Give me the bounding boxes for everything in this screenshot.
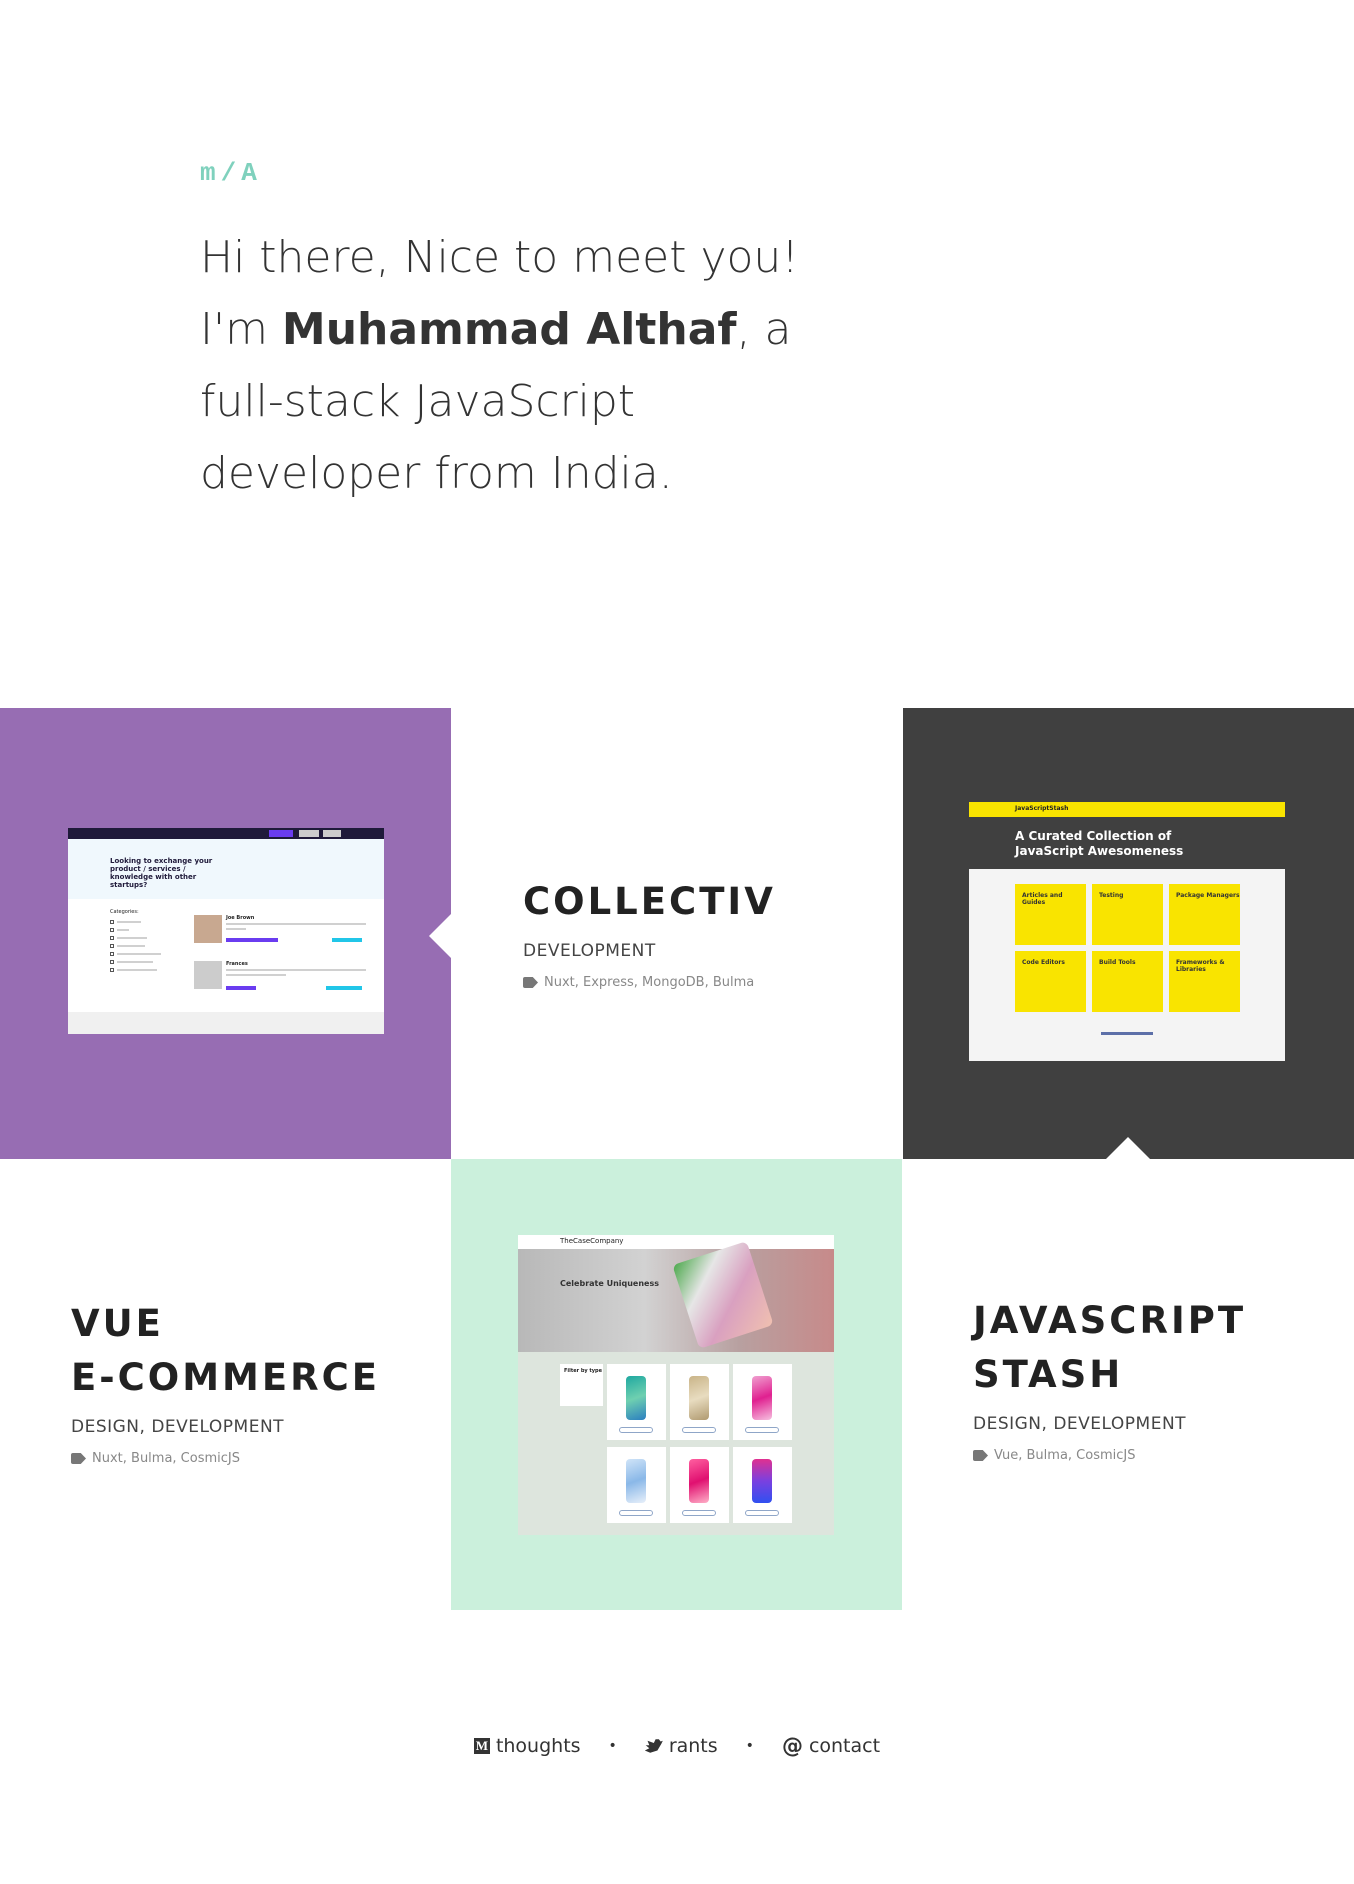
vue-ecommerce-info: VUE E-COMMERCE DESIGN, DEVELOPMENT Nuxt,… <box>71 1297 380 1466</box>
footer-link-label: thoughts <box>495 1735 581 1757</box>
vue-ecommerce-screenshot: TheCaseCompany Celebrate Uniqueness Filt… <box>518 1235 834 1535</box>
collectiv-title[interactable]: COLLECTIV <box>523 875 776 929</box>
product-card <box>670 1364 729 1440</box>
jsstash-card: Testing <box>1092 884 1163 945</box>
product-card <box>733 1364 792 1440</box>
intro-suffix: , a <box>736 304 792 355</box>
vue-ecommerce-pointer <box>451 1366 473 1410</box>
javascript-stash-tags: Vue, Bulma, CosmicJS <box>973 1448 1246 1463</box>
javascript-stash-tags-text: Vue, Bulma, CosmicJS <box>994 1448 1136 1463</box>
jsstash-card: Articles and Guides <box>1015 884 1086 945</box>
collectiv-screenshot: Looking to exchange your product / servi… <box>68 828 384 1034</box>
product-card <box>607 1364 666 1440</box>
jsstash-hero: A Curated Collection of JavaScript Aweso… <box>969 817 1285 869</box>
collectiv-tile[interactable]: Looking to exchange your product / servi… <box>0 708 451 1159</box>
intro-prefix: I'm <box>200 304 282 355</box>
footer-separator: • <box>745 1738 754 1754</box>
javascript-stash-title-line-2: STASH <box>973 1353 1124 1396</box>
collectiv-body: Categories: Joe Brown Frances <box>68 899 384 1012</box>
javascript-stash-title[interactable]: JAVASCRIPT STASH <box>973 1294 1246 1402</box>
tags-icon <box>973 1450 988 1461</box>
collectiv-roles: DEVELOPMENT <box>523 941 656 961</box>
vue-brand: TheCaseCompany <box>518 1235 834 1249</box>
medium-icon: M <box>473 1738 490 1754</box>
intro-line-3: full-stack JavaScript <box>200 376 636 427</box>
site-logo[interactable]: m/A <box>200 158 262 188</box>
vue-ecommerce-tags: Nuxt, Bulma, CosmicJS <box>71 1451 380 1466</box>
footer-link-contact[interactable]: @ contact <box>782 1735 880 1757</box>
twitter-icon <box>644 1739 663 1753</box>
intro-line-2: I'm Muhammad Althaf, a <box>200 294 840 366</box>
collectiv-pointer <box>429 914 451 958</box>
intro-text: Hi there, Nice to meet you! I'm Muhammad… <box>200 222 840 510</box>
footer-separator: • <box>608 1738 617 1754</box>
collectiv-person-1: Joe Brown <box>226 915 255 921</box>
collectiv-tags-text: Nuxt, Express, MongoDB, Bulma <box>544 975 755 990</box>
javascript-stash-pointer <box>1106 1137 1150 1159</box>
collectiv-footer <box>68 1012 384 1034</box>
jsstash-card: Frameworks & Libraries <box>1169 951 1240 1012</box>
tags-icon <box>523 977 538 988</box>
jsstash-card: Package Managers <box>1169 884 1240 945</box>
footer-link-label: contact <box>808 1735 881 1757</box>
collectiv-info: COLLECTIV DEVELOPMENT Nuxt, Express, Mon… <box>523 875 776 990</box>
vue-ecommerce-title-line-2: E-COMMERCE <box>71 1356 381 1399</box>
vue-ecommerce-title-line-1: VUE <box>71 1302 164 1345</box>
vue-hero-text: Celebrate Uniqueness <box>560 1279 659 1288</box>
vue-ecommerce-tags-text: Nuxt, Bulma, CosmicJS <box>92 1451 240 1466</box>
vue-hero: Celebrate Uniqueness <box>518 1241 834 1352</box>
tags-icon <box>71 1453 86 1464</box>
javascript-stash-title-line-1: JAVASCRIPT <box>973 1299 1247 1342</box>
product-card <box>733 1447 792 1523</box>
phone-case-image <box>672 1241 774 1349</box>
intro-name: Muhammad Althaf <box>281 304 737 355</box>
javascript-stash-screenshot: JavaScriptStash A Curated Collection of … <box>969 802 1285 1061</box>
product-card <box>607 1447 666 1523</box>
collectiv-hero-text: Looking to exchange your product / servi… <box>110 857 213 889</box>
vue-filter-label: Filter by type <box>564 1368 603 1374</box>
jsstash-card: Build Tools <box>1092 951 1163 1012</box>
jsstash-brand: JavaScriptStash <box>969 802 1285 817</box>
javascript-stash-info: JAVASCRIPT STASH DESIGN, DEVELOPMENT Vue… <box>973 1294 1246 1463</box>
vue-filter-panel: Filter by type <box>560 1364 603 1406</box>
footer-links: M thoughts • rants • @ contact <box>0 1735 1354 1757</box>
collectiv-tags: Nuxt, Express, MongoDB, Bulma <box>523 975 776 990</box>
jsstash-card: Code Editors <box>1015 951 1086 1012</box>
at-icon: @ <box>781 1733 803 1758</box>
intro-line-1: Hi there, Nice to meet you! <box>200 232 799 283</box>
javascript-stash-roles: DESIGN, DEVELOPMENT <box>973 1414 1187 1434</box>
vue-ecommerce-tile[interactable]: TheCaseCompany Celebrate Uniqueness Filt… <box>451 1159 902 1610</box>
collectiv-categories-label: Categories: <box>110 909 139 915</box>
javascript-stash-tile[interactable]: JavaScriptStash A Curated Collection of … <box>903 708 1354 1159</box>
vue-ecommerce-title[interactable]: VUE E-COMMERCE <box>71 1297 380 1405</box>
footer-link-label: rants <box>668 1735 718 1757</box>
vue-ecommerce-roles: DESIGN, DEVELOPMENT <box>71 1417 285 1437</box>
footer-link-rants[interactable]: rants <box>644 1735 718 1757</box>
collectiv-navbar <box>68 828 384 839</box>
jsstash-footer-link <box>1101 1032 1153 1035</box>
collectiv-person-2: Frances <box>226 961 248 967</box>
collectiv-hero: Looking to exchange your product / servi… <box>68 839 384 899</box>
footer-link-thoughts[interactable]: M thoughts <box>473 1735 581 1757</box>
intro-line-4: developer from India. <box>200 448 673 499</box>
product-card <box>670 1447 729 1523</box>
